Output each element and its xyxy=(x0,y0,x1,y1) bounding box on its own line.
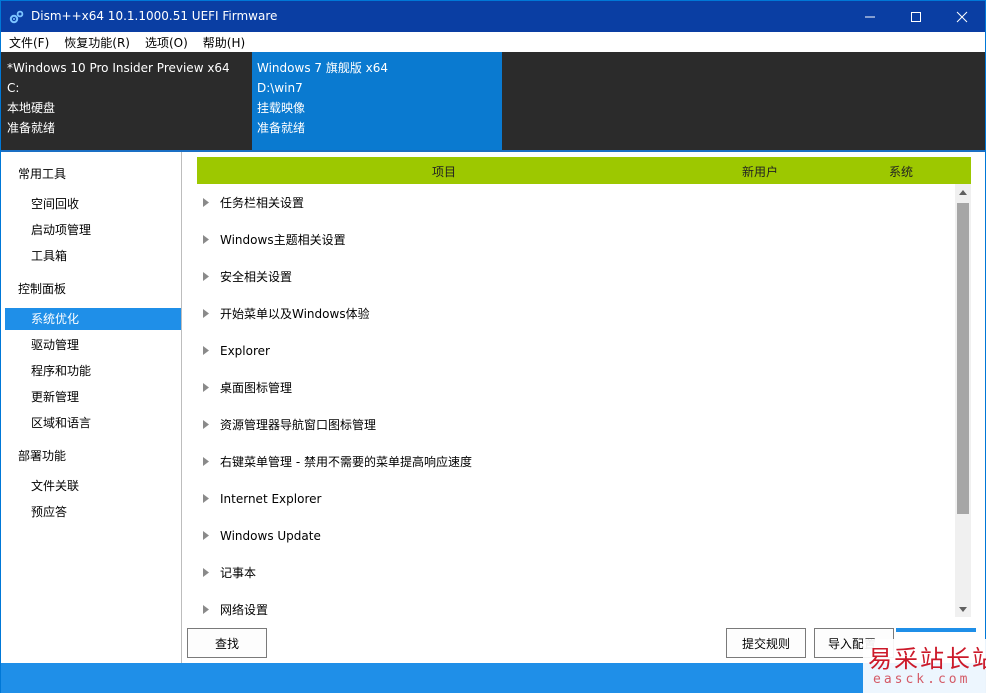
column-item[interactable]: 项目 xyxy=(432,163,456,180)
title-bar[interactable]: Dism++x64 10.1.1000.51 UEFI Firmware xyxy=(1,1,985,32)
list-item[interactable]: 资源管理器导航窗口图标管理 xyxy=(197,406,955,443)
list-item-label: 开始菜单以及Windows体验 xyxy=(220,307,370,321)
list-item[interactable]: 右键菜单管理 - 禁用不需要的菜单提高响应速度 xyxy=(197,443,955,480)
list-item-label: 资源管理器导航窗口图标管理 xyxy=(220,418,377,432)
image-selector: *Windows 10 Pro Insider Preview x64 C: 本… xyxy=(1,52,985,150)
sidebar-item-answer-file[interactable]: 预应答 xyxy=(5,501,181,523)
image-name: Windows 7 旗舰版 x64 xyxy=(257,61,389,75)
sidebar-item-toolbox[interactable]: 工具箱 xyxy=(5,245,181,267)
maximize-icon xyxy=(911,11,921,22)
expand-arrow-icon[interactable] xyxy=(203,383,213,392)
gear-icon xyxy=(9,10,24,24)
menu-restore[interactable]: 恢复功能(R) xyxy=(56,32,137,52)
menu-bar: 文件(F) 恢复功能(R) 选项(O) 帮助(H) xyxy=(1,32,985,52)
list-item[interactable]: 安全相关设置 xyxy=(197,258,955,295)
scrollbar-thumb[interactable] xyxy=(957,203,969,514)
expand-arrow-icon[interactable] xyxy=(203,346,213,355)
list-item-label: 任务栏相关设置 xyxy=(220,196,305,210)
list-item[interactable]: Explorer xyxy=(197,332,955,369)
list-item-label: 桌面图标管理 xyxy=(220,381,293,395)
list-item-label: Windows主题相关设置 xyxy=(220,233,346,247)
minimize-icon xyxy=(865,16,875,17)
expand-arrow-icon[interactable] xyxy=(203,309,213,318)
main-panel: 项目 新用户 系统 任务栏相关设置 Windows主题相关设置 安全相关设置 开… xyxy=(183,152,985,663)
settings-list: 任务栏相关设置 Windows主题相关设置 安全相关设置 开始菜单以及Windo… xyxy=(197,184,955,618)
expand-arrow-icon[interactable] xyxy=(203,568,213,577)
list-item-label: Internet Explorer xyxy=(220,491,322,506)
image-path: C: xyxy=(7,81,20,95)
sidebar-item-drivers[interactable]: 驱动管理 xyxy=(5,334,181,356)
close-icon xyxy=(956,11,968,22)
maximize-button[interactable] xyxy=(893,1,939,32)
sidebar: 常用工具 空间回收 启动项管理 工具箱 控制面板 系统优化 驱动管理 程序和功能… xyxy=(3,152,182,663)
watermark-text: 易采站长站 xyxy=(868,645,986,673)
app-window: Dism++x64 10.1.1000.51 UEFI Firmware 文件(… xyxy=(0,0,986,693)
menu-help[interactable]: 帮助(H) xyxy=(195,32,252,52)
expand-arrow-icon[interactable] xyxy=(203,235,213,244)
sidebar-item-space-reclaim[interactable]: 空间回收 xyxy=(5,193,181,215)
image-card-windows7[interactable]: Windows 7 旗舰版 x64 D:\win7 挂载映像 准备就绪 xyxy=(252,52,502,150)
expand-arrow-icon[interactable] xyxy=(203,457,213,466)
list-item-label: 记事本 xyxy=(220,566,257,580)
sidebar-group-common-tools: 常用工具 xyxy=(18,167,67,181)
menu-file[interactable]: 文件(F) xyxy=(1,32,56,52)
expand-arrow-icon[interactable] xyxy=(203,605,213,614)
find-button[interactable]: 查找 xyxy=(187,628,267,658)
submit-rules-button[interactable]: 提交规则 xyxy=(726,628,806,658)
expand-arrow-icon[interactable] xyxy=(203,494,213,503)
list-item-label: 安全相关设置 xyxy=(220,270,293,284)
list-item-label: 网络设置 xyxy=(220,603,269,617)
sidebar-item-file-association[interactable]: 文件关联 xyxy=(5,475,181,497)
list-item[interactable]: 桌面图标管理 xyxy=(197,369,955,406)
image-name: *Windows 10 Pro Insider Preview x64 xyxy=(7,61,230,75)
list-item[interactable]: Internet Explorer xyxy=(197,480,955,517)
list-item[interactable]: 记事本 xyxy=(197,554,955,591)
scroll-up-icon[interactable] xyxy=(955,184,971,200)
column-new-user[interactable]: 新用户 xyxy=(742,163,778,180)
expand-arrow-icon[interactable] xyxy=(203,198,213,207)
image-type: 挂载映像 xyxy=(257,101,306,115)
window-title: Dism++x64 10.1.1000.51 UEFI Firmware xyxy=(31,9,278,23)
image-type: 本地硬盘 xyxy=(7,101,56,115)
scroll-down-icon[interactable] xyxy=(955,601,971,617)
sidebar-item-programs[interactable]: 程序和功能 xyxy=(5,360,181,382)
image-status: 准备就绪 xyxy=(7,121,56,135)
watermark: 易采站长站 easck.com xyxy=(863,639,986,693)
list-item[interactable]: 网络设置 xyxy=(197,591,955,618)
sidebar-item-updates[interactable]: 更新管理 xyxy=(5,386,181,408)
list-item[interactable]: 任务栏相关设置 xyxy=(197,184,955,221)
list-item-label: 右键菜单管理 - 禁用不需要的菜单提高响应速度 xyxy=(220,455,472,469)
sidebar-item-startup[interactable]: 启动项管理 xyxy=(5,219,181,241)
sidebar-item-system-optimize[interactable]: 系统优化 xyxy=(5,308,181,330)
list-item-label: Windows Update xyxy=(220,528,321,543)
expand-arrow-icon[interactable] xyxy=(203,531,213,540)
watermark-url: easck.com xyxy=(873,672,971,687)
status-bar xyxy=(1,663,985,693)
close-button[interactable] xyxy=(939,1,985,32)
minimize-button[interactable] xyxy=(847,1,893,32)
sidebar-group-deployment: 部署功能 xyxy=(18,449,67,463)
list-item[interactable]: Windows主题相关设置 xyxy=(197,221,955,258)
expand-arrow-icon[interactable] xyxy=(203,420,213,429)
image-card-windows10[interactable]: *Windows 10 Pro Insider Preview x64 C: 本… xyxy=(1,52,251,150)
sidebar-group-control-panel: 控制面板 xyxy=(18,282,67,296)
list-item[interactable]: 开始菜单以及Windows体验 xyxy=(197,295,955,332)
image-status: 准备就绪 xyxy=(257,121,306,135)
vertical-scrollbar[interactable] xyxy=(955,184,971,617)
table-header: 项目 新用户 系统 xyxy=(197,157,971,184)
list-item[interactable]: Windows Update xyxy=(197,517,955,554)
menu-options[interactable]: 选项(O) xyxy=(137,32,195,52)
list-item-label: Explorer xyxy=(220,343,270,358)
image-path: D:\win7 xyxy=(257,81,303,95)
primary-button[interactable] xyxy=(896,628,976,632)
sidebar-item-region-language[interactable]: 区域和语言 xyxy=(5,412,181,434)
column-system[interactable]: 系统 xyxy=(889,163,913,180)
expand-arrow-icon[interactable] xyxy=(203,272,213,281)
